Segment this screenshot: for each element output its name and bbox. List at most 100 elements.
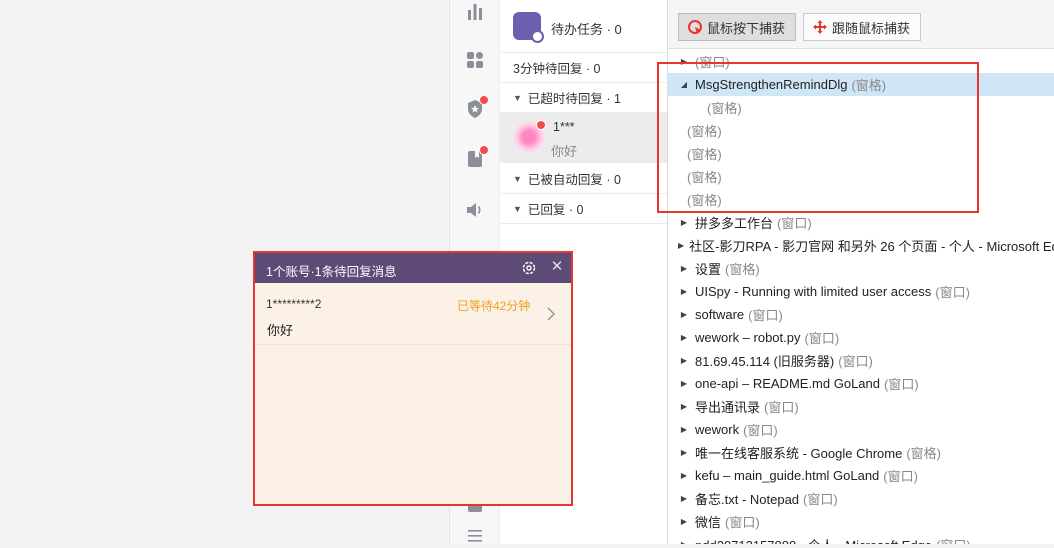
expand-icon[interactable]: ▶ (678, 241, 684, 250)
message-preview: 你好 (267, 323, 294, 338)
expand-icon[interactable]: ▶ (678, 494, 690, 503)
section-3min-pending[interactable]: 3分钟待回复 · 0 (500, 53, 668, 83)
popup-title: 1个账号·1条待回复消息 (266, 265, 397, 279)
tree-node-name: wework (695, 422, 740, 437)
tree-node-name: kefu – main_guide.html GoLand (695, 468, 880, 483)
tree-node-type: (窗口) (935, 285, 970, 300)
section-label: 已被自动回复 · 0 (527, 173, 621, 187)
tree-node-name: wework – robot.py (695, 330, 801, 345)
tree-node-type: (窗口) (764, 400, 799, 415)
tree-node[interactable]: ▶ 唯一在线客服系统 - Google Chrome (窗格) (668, 441, 1054, 464)
button-label: 跟随鼠标捕获 (832, 20, 911, 36)
expand-icon[interactable]: ▶ (678, 333, 690, 342)
conversation-item[interactable]: 1*** 你好 (500, 112, 668, 163)
tree-node-name: software (695, 307, 745, 322)
section-overdue[interactable]: ▼ 已超时待回复 · 1 (500, 83, 668, 113)
section-label: 已超时待回复 · 1 (527, 92, 621, 106)
tree-node-name: pdd20712157888 - 个人 - Microsoft Edge (695, 535, 932, 544)
highlight-annotation-box (657, 62, 979, 213)
expand-icon[interactable]: ▶ (678, 540, 690, 544)
inspector-toolbar: 鼠标按下捕获 跟随鼠标捕获 (668, 0, 1054, 49)
volume-icon[interactable] (463, 198, 487, 222)
section-replied[interactable]: ▼ 已回复 · 0 (500, 194, 668, 224)
gear-icon[interactable] (521, 260, 537, 276)
move-arrows-icon (813, 20, 827, 34)
target-icon (688, 20, 702, 34)
apps-icon[interactable] (463, 48, 487, 72)
tree-node-name: 微信 (695, 515, 722, 530)
tree-node[interactable]: ▶ UISpy - Running with limited user acces… (668, 280, 1054, 303)
menu-icon[interactable] (463, 524, 487, 548)
tree-node[interactable]: ▶ software (窗口) (668, 303, 1054, 326)
tree-node-name: 设置 (695, 262, 722, 277)
chevron-right-icon[interactable] (545, 305, 557, 323)
expand-icon[interactable]: ▶ (678, 402, 690, 411)
expand-down-icon[interactable]: ▼ (513, 204, 522, 214)
expand-icon[interactable]: ▶ (678, 218, 690, 227)
capture-on-mousedown-button[interactable]: 鼠标按下捕获 (678, 13, 797, 41)
tree-node-type: (窗口) (777, 216, 812, 231)
tree-node-name: one-api – README.md GoLand (695, 376, 880, 391)
bar-chart-icon[interactable] (463, 0, 487, 24)
tree-node[interactable]: ▶ pdd20712157888 - 个人 - Microsoft Edge (窗口… (668, 533, 1054, 544)
section-auto-replied[interactable]: ▼ 已被自动回复 · 0 (500, 164, 668, 194)
tree-node[interactable]: ▶ 81.69.45.114 (旧服务器) (窗口) (668, 349, 1054, 372)
pending-message-item[interactable]: 1*********2 已等待42分钟 你好 (255, 283, 571, 345)
todo-clock-icon (513, 12, 544, 43)
expand-icon[interactable]: ▶ (678, 310, 690, 319)
todo-tasks-row[interactable]: 待办任务 · 0 (500, 0, 668, 53)
tree-node[interactable]: ▶ 社区-影刀RPA - 影刀官网 和另外 26 个页面 - 个人 - Micro… (668, 234, 1054, 257)
expand-icon[interactable]: ▶ (678, 471, 690, 480)
tree-node-type: (窗口) (936, 535, 971, 544)
expand-down-icon[interactable]: ▼ (513, 174, 522, 184)
expand-icon[interactable]: ▶ (678, 517, 690, 526)
conversation-preview: 你好 (551, 144, 578, 159)
button-label: 鼠标按下捕获 (707, 20, 786, 36)
account-id: 1*********2 (266, 297, 322, 311)
tree-node[interactable]: ▶ wework (窗口) (668, 418, 1054, 441)
close-icon[interactable]: ✕ (548, 257, 566, 277)
tree-node-name: 81.69.45.114 (旧服务器) (695, 354, 835, 369)
expand-icon[interactable]: ▶ (678, 425, 690, 434)
section-label: 已回复 · 0 (527, 203, 584, 217)
tree-node[interactable]: ▶ wework – robot.py (窗口) (668, 326, 1054, 349)
tree-node-name: 唯一在线客服系统 - Google Chrome (695, 446, 903, 461)
tree-node[interactable]: ▶ one-api – README.md GoLand (窗口) (668, 372, 1054, 395)
expand-icon[interactable]: ▶ (678, 379, 690, 388)
tree-node[interactable]: ▶ 备忘.txt - Notepad (窗口) (668, 487, 1054, 510)
tree-node-type: (窗口) (748, 308, 783, 323)
tree-node-type: (窗口) (883, 469, 918, 484)
expand-icon[interactable]: ▶ (678, 264, 690, 273)
tree-node-type: (窗口) (804, 331, 840, 346)
expand-icon[interactable]: ▶ (678, 448, 690, 457)
tree-node-name: 导出通讯录 (695, 400, 761, 415)
tree-node-name: UISpy - Running with limited user access (695, 284, 932, 299)
section-label: 3分钟待回复 · 0 (513, 62, 601, 76)
expand-down-icon[interactable]: ▼ (513, 93, 522, 103)
tree-node-name: 拼多多工作台 (695, 216, 774, 231)
tree-node[interactable]: ▶ 设置 (窗格) (668, 257, 1054, 280)
popup-header: 1个账号·1条待回复消息 ✕ (255, 253, 571, 283)
conversation-name: 1*** (553, 120, 575, 134)
tree-node[interactable]: ▶ kefu – main_guide.html GoLand (窗口) (668, 464, 1054, 487)
tree-node-type: (窗口) (743, 423, 778, 438)
tree-node-name: 社区-影刀RPA - 影刀官网 和另外 26 个页面 - 个人 - Micros… (689, 239, 1054, 254)
todo-label: 待办任务 · 0 (551, 22, 622, 37)
notification-dot (479, 95, 489, 105)
expand-icon[interactable]: ▶ (678, 287, 690, 296)
tree-node-type: (窗格) (725, 262, 760, 277)
notification-dot (479, 145, 489, 155)
unread-dot (536, 120, 546, 130)
tree-node-type: (窗口) (803, 492, 838, 507)
tree-node-type: (窗格) (906, 446, 941, 461)
tree-node-name: 备忘.txt - Notepad (695, 492, 800, 507)
wait-time: 已等待42分钟 (457, 299, 531, 313)
expand-icon[interactable]: ▶ (678, 356, 690, 365)
tree-node[interactable]: ▶ 微信 (窗口) (668, 510, 1054, 533)
follow-mouse-capture-button[interactable]: 跟随鼠标捕获 (803, 13, 922, 41)
tree-node-type: (窗口) (883, 377, 919, 392)
tree-node[interactable]: ▶ 拼多多工作台 (窗口) (668, 211, 1054, 234)
tree-node-type: (窗口) (725, 515, 760, 530)
pending-reply-popup: 1个账号·1条待回复消息 ✕ 1*********2 已等待42分钟 你好 (253, 251, 573, 506)
tree-node[interactable]: ▶ 导出通讯录 (窗口) (668, 395, 1054, 418)
